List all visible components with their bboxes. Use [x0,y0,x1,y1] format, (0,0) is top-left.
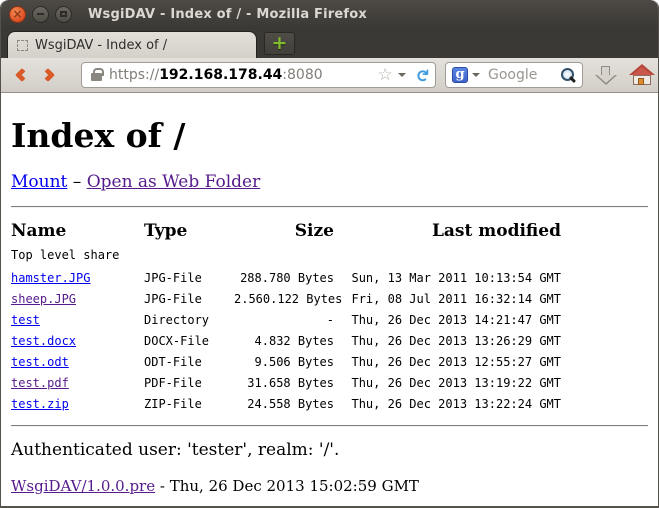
file-type: Directory [144,310,234,331]
file-link[interactable]: test.docx [11,334,76,348]
file-link[interactable]: test [11,313,40,327]
table-header-row: Name Type Size Last modified [11,218,561,245]
url-dropdown-icon[interactable] [398,73,406,77]
column-header-modified: Last modified [334,218,561,245]
file-modified: Thu, 26 Dec 2013 13:19:22 GMT [334,373,561,394]
navigation-toolbar: https://192.168.178.44:8080 ☆ ↻ g Google [1,58,658,93]
file-link[interactable]: sheep.JPG [11,292,76,306]
table-row: hamster.JPG JPG-File288.780 BytesSun, 13 … [11,268,561,289]
window-maximize-button[interactable] [55,6,72,23]
file-type: ODT-File [144,352,234,373]
file-type: JPG-File [144,268,234,289]
file-modified: Thu, 26 Dec 2013 13:26:29 GMT [334,331,561,352]
table-row: test.pdf PDF-File31.658 BytesThu, 26 Dec … [11,373,561,394]
file-size: 24.558 Bytes [234,394,334,415]
table-row: test.docx DOCX-File4.832 BytesThu, 26 Dec… [11,331,561,352]
table-row: sheep.JPG JPG-File2.560.122 BytesFri, 08 … [11,289,561,310]
file-size: 288.780 Bytes [234,268,334,289]
file-modified: Sun, 13 Mar 2011 10:13:54 GMT [334,268,561,289]
forward-button[interactable] [35,62,61,88]
column-header-size: Size [234,218,334,245]
wsgidav-version-link[interactable]: WsgiDAV/1.0.0.pre [11,477,155,495]
share-caption: Top level share [11,245,561,268]
file-size: 2.560.122 Bytes [234,289,334,310]
table-row: test.odt ODT-File9.506 BytesThu, 26 Dec 2… [11,352,561,373]
reload-icon[interactable]: ↻ [412,68,429,82]
file-size: - [234,310,334,331]
forward-arrow-icon [41,68,55,82]
favicon-placeholder-icon [17,40,28,51]
mount-link[interactable]: Mount [11,172,67,192]
plus-icon: + [272,34,288,53]
bookmark-star-icon[interactable]: ☆ [378,67,393,84]
home-button[interactable] [629,63,655,87]
file-type: DOCX-File [144,331,234,352]
tab-wsgidav[interactable]: WsgiDAV - Index of / [7,31,257,58]
search-bar[interactable]: g Google [445,62,583,88]
column-header-name: Name [11,218,144,245]
table-row: test Directory-Thu, 26 Dec 2013 14:21:47 … [11,310,561,331]
column-header-type: Type [144,218,234,245]
share-caption-row: Top level share [11,245,561,268]
url-bar[interactable]: https://192.168.178.44:8080 ☆ ↻ [81,62,436,88]
home-door [638,78,644,85]
close-icon: × [12,8,22,20]
browser-window: × WsgiDAV - Index of / - Mozilla Firefox… [0,0,659,508]
auth-status-text: Authenticated user: 'tester', realm: '/'… [11,440,648,460]
downloads-button[interactable] [595,63,617,87]
file-size: 31.658 Bytes [234,373,334,394]
search-icon[interactable] [560,67,576,83]
url-host: 192.168.178.44 [159,67,282,83]
tab-bar: WsgiDAV - Index of / + [1,28,658,58]
new-tab-button[interactable]: + [264,32,295,55]
file-modified: Thu, 26 Dec 2013 12:55:27 GMT [334,352,561,373]
file-link[interactable]: hamster.JPG [11,271,90,285]
page-title: Index of / [11,93,648,155]
footer: WsgiDAV/1.0.0.pre - Thu, 26 Dec 2013 15:… [11,477,648,495]
top-divider [11,206,648,208]
file-size: 9.506 Bytes [234,352,334,373]
back-button[interactable] [9,62,35,88]
url-text[interactable]: https://192.168.178.44:8080 [109,67,323,83]
file-table-body: hamster.JPG JPG-File288.780 BytesSun, 13 … [11,268,561,415]
file-modified: Thu, 26 Dec 2013 13:22:24 GMT [334,394,561,415]
file-link[interactable]: test.pdf [11,376,69,390]
back-arrow-icon [15,68,29,82]
home-roof [632,67,652,75]
search-engine-dropdown-icon[interactable] [472,73,480,77]
minimize-icon [37,13,44,15]
bottom-divider [11,425,648,427]
file-modified: Thu, 26 Dec 2013 14:21:47 GMT [334,310,561,331]
window-minimize-button[interactable] [32,6,49,23]
table-row: test.zip ZIP-File24.558 BytesThu, 26 Dec … [11,394,561,415]
tab-label: WsgiDAV - Index of / [35,38,167,53]
file-type: ZIP-File [144,394,234,415]
open-as-web-folder-link[interactable]: Open as Web Folder [87,172,261,192]
window-close-button[interactable]: × [9,6,26,23]
links-separator: – [67,172,86,192]
file-type: PDF-File [144,373,234,394]
lock-icon[interactable] [91,73,102,81]
file-link[interactable]: test.zip [11,397,69,411]
file-type: JPG-File [144,289,234,310]
search-input[interactable]: Google [488,67,560,83]
footer-timestamp: - Thu, 26 Dec 2013 15:02:59 GMT [155,477,419,495]
file-table: Name Type Size Last modified Top level s… [11,218,561,415]
window-title: WsgiDAV - Index of / - Mozilla Firefox [88,7,367,22]
file-link[interactable]: test.odt [11,355,69,369]
url-port: :8080 [282,67,322,83]
file-size: 4.832 Bytes [234,331,334,352]
mount-links-row: Mount – Open as Web Folder [11,172,648,192]
download-arrow-head [597,75,615,83]
maximize-icon [60,11,67,17]
search-engine-icon[interactable]: g [452,67,468,83]
file-modified: Fri, 08 Jul 2011 16:32:14 GMT [334,289,561,310]
url-scheme: https:// [109,67,159,83]
title-bar: × WsgiDAV - Index of / - Mozilla Firefox [1,0,658,28]
page-content: Index of / Mount – Open as Web Folder Na… [1,93,658,506]
